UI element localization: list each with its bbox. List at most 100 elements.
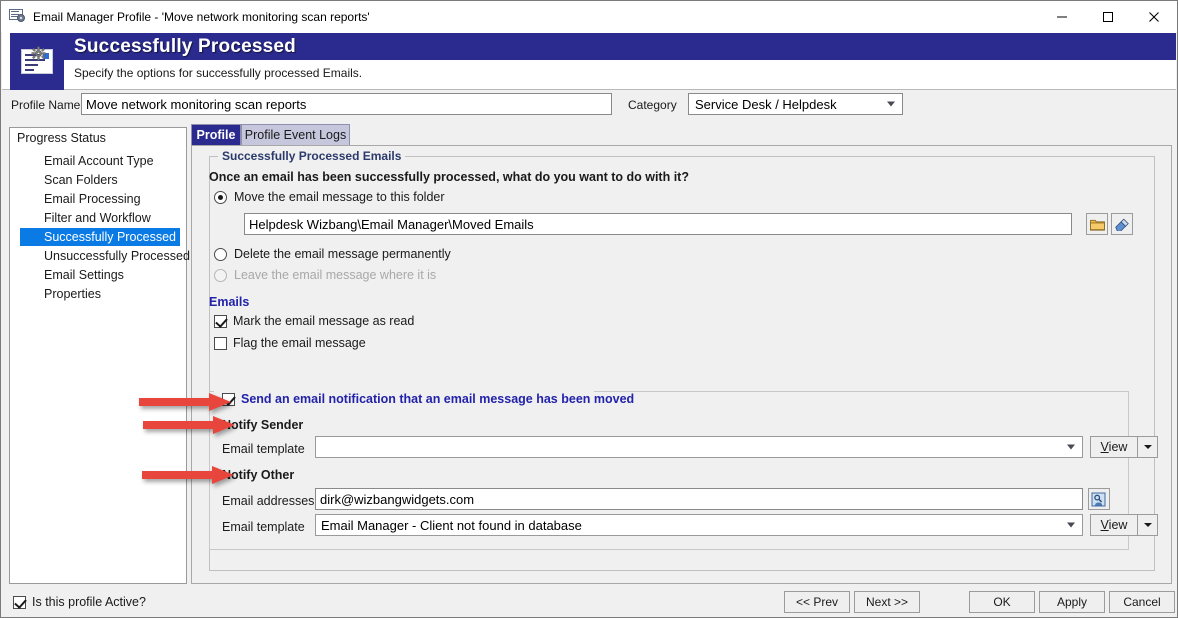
checkbox-label: Flag the email message bbox=[233, 336, 366, 350]
emails-section-label: Emails bbox=[209, 295, 250, 309]
category-select[interactable]: Service Desk / Helpdesk bbox=[688, 93, 903, 115]
address-book-lookup-icon bbox=[1091, 492, 1106, 506]
radio-label: Leave the email message where it is bbox=[234, 268, 437, 282]
sidebar-item-unsuccessfully-processed[interactable]: Unsuccessfully Processed bbox=[20, 247, 190, 265]
checkbox-profile-active[interactable]: Is this profile Active? bbox=[13, 595, 146, 609]
prev-button[interactable]: << Prev bbox=[784, 591, 850, 613]
group-legend: Successfully Processed Emails bbox=[218, 149, 406, 163]
progress-status-sidebar: Progress Status Email Account Type Scan … bbox=[9, 127, 190, 584]
sender-template-label: Email template bbox=[222, 442, 305, 456]
checkbox-mark-as-read[interactable]: Mark the email message as read bbox=[214, 314, 414, 328]
profile-header-row: Profile Name Category Service Desk / Hel… bbox=[1, 91, 1177, 121]
sidebar-item-properties[interactable]: Properties bbox=[20, 285, 186, 303]
sidebar-item-email-processing[interactable]: Email Processing bbox=[20, 190, 186, 208]
notify-sender-heading: Notify Sender bbox=[222, 418, 304, 432]
titlebar: Email Manager Profile - 'Move network mo… bbox=[1, 1, 1177, 32]
tab-label: Profile Event Logs bbox=[244, 128, 347, 142]
sender-view-dropdown-button[interactable] bbox=[1138, 436, 1158, 458]
checkbox-label: Mark the email message as read bbox=[233, 314, 415, 328]
radio-delete-permanently[interactable]: Delete the email message permanently bbox=[214, 247, 451, 261]
other-addresses-input[interactable] bbox=[315, 488, 1083, 510]
sidebar-header: Progress Status bbox=[17, 131, 106, 145]
sender-template-select[interactable] bbox=[315, 436, 1083, 458]
checkbox-flag-message[interactable]: Flag the email message bbox=[214, 336, 366, 350]
checkbox-indicator bbox=[222, 392, 235, 406]
next-button[interactable]: Next >> bbox=[854, 591, 920, 613]
page-title: Successfully Processed bbox=[64, 33, 1176, 60]
window-title: Email Manager Profile - 'Move network mo… bbox=[33, 9, 370, 24]
folder-icon bbox=[1089, 219, 1105, 231]
sidebar-item-label: Filter and Workflow bbox=[44, 211, 151, 225]
email-manager-profile-window: Email Manager Profile - 'Move network mo… bbox=[0, 0, 1178, 618]
profile-name-input[interactable] bbox=[81, 93, 612, 115]
chevron-down-icon bbox=[1067, 444, 1075, 450]
other-template-select[interactable]: Email Manager - Client not found in data… bbox=[315, 514, 1083, 536]
chevron-down-icon bbox=[1067, 522, 1075, 528]
tab-profile[interactable]: Profile bbox=[191, 124, 241, 145]
view-mnemonic: V bbox=[1100, 440, 1109, 454]
radio-indicator bbox=[214, 247, 227, 261]
window-controls bbox=[1039, 1, 1177, 32]
category-selected-value: Service Desk / Helpdesk bbox=[695, 96, 837, 112]
sidebar-item-label: Email Settings bbox=[44, 268, 124, 282]
other-view-dropdown-button[interactable] bbox=[1138, 514, 1158, 536]
radio-label: Delete the email message permanently bbox=[234, 247, 451, 261]
apply-button[interactable]: Apply bbox=[1039, 591, 1105, 613]
radio-move-to-folder[interactable]: Move the email message to this folder bbox=[214, 190, 445, 204]
sidebar-item-filter-and-workflow[interactable]: Filter and Workflow bbox=[20, 209, 186, 227]
other-addresses-label: Email addresses bbox=[222, 494, 315, 508]
clear-folder-button[interactable] bbox=[1111, 213, 1133, 235]
sidebar-item-label: Scan Folders bbox=[44, 173, 118, 187]
sidebar-item-label: Unsuccessfully Processed bbox=[44, 249, 190, 263]
checkbox-label: Is this profile Active? bbox=[32, 595, 146, 609]
tab-profile-event-logs[interactable]: Profile Event Logs bbox=[241, 124, 350, 145]
chevron-down-icon bbox=[887, 101, 895, 107]
radio-indicator bbox=[214, 190, 227, 204]
gear-icon bbox=[31, 46, 46, 61]
dialog-footer: Is this profile Active? << Prev Next >> … bbox=[1, 587, 1177, 617]
sidebar-item-label: Successfully Processed bbox=[44, 230, 177, 244]
page-banner: Successfully Processed Specify the optio… bbox=[2, 32, 1176, 90]
sidebar-item-successfully-processed[interactable]: Successfully Processed bbox=[20, 228, 180, 246]
radio-leave-where-it-is: Leave the email message where it is bbox=[214, 268, 436, 282]
checkbox-indicator bbox=[214, 336, 227, 350]
view-rest: iew bbox=[1108, 440, 1128, 454]
close-button[interactable] bbox=[1131, 1, 1177, 32]
radio-indicator bbox=[214, 268, 227, 282]
profile-tab-panel: Successfully Processed Emails Once an em… bbox=[191, 145, 1172, 584]
sidebar-item-email-settings[interactable]: Email Settings bbox=[20, 266, 186, 284]
document-gear-icon bbox=[10, 33, 64, 90]
tabstrip: Profile Profile Event Logs bbox=[191, 124, 1171, 145]
checkbox-send-notification[interactable]: Send an email notification that an email… bbox=[222, 392, 634, 406]
question-text: Once an email has been successfully proc… bbox=[209, 170, 689, 184]
radio-label: Move the email message to this folder bbox=[234, 190, 445, 204]
notify-other-heading: Notify Other bbox=[222, 468, 295, 482]
ok-button[interactable]: OK bbox=[969, 591, 1035, 613]
page-subtitle: Specify the options for successfully pro… bbox=[74, 66, 363, 80]
sidebar-item-label: Email Processing bbox=[44, 192, 141, 206]
view-rest: iew bbox=[1108, 518, 1128, 532]
checkbox-indicator bbox=[214, 314, 227, 328]
other-view-button[interactable]: View bbox=[1090, 514, 1138, 536]
category-label: Category bbox=[628, 98, 677, 112]
eraser-icon bbox=[1115, 218, 1129, 231]
address-book-lookup-button[interactable] bbox=[1088, 488, 1110, 510]
cancel-button[interactable]: Cancel bbox=[1109, 591, 1175, 613]
sidebar-item-label: Email Account Type bbox=[44, 154, 154, 168]
chevron-down-icon bbox=[1143, 445, 1152, 449]
folder-path-input[interactable] bbox=[244, 213, 1072, 235]
checkbox-label: Send an email notification that an email… bbox=[241, 392, 635, 406]
view-mnemonic: V bbox=[1100, 518, 1109, 532]
chevron-down-icon bbox=[1143, 523, 1152, 527]
browse-folder-button[interactable] bbox=[1086, 213, 1108, 235]
email-profile-icon bbox=[9, 9, 26, 24]
sidebar-item-email-account-type[interactable]: Email Account Type bbox=[20, 152, 186, 170]
maximize-button[interactable] bbox=[1085, 1, 1131, 32]
minimize-button[interactable] bbox=[1039, 1, 1085, 32]
sidebar-item-label: Properties bbox=[44, 287, 101, 301]
checkbox-indicator bbox=[13, 595, 26, 609]
sender-view-button[interactable]: View bbox=[1090, 436, 1138, 458]
profile-name-label: Profile Name bbox=[11, 98, 81, 112]
sidebar-item-scan-folders[interactable]: Scan Folders bbox=[20, 171, 186, 189]
tab-label: Profile bbox=[196, 128, 236, 142]
